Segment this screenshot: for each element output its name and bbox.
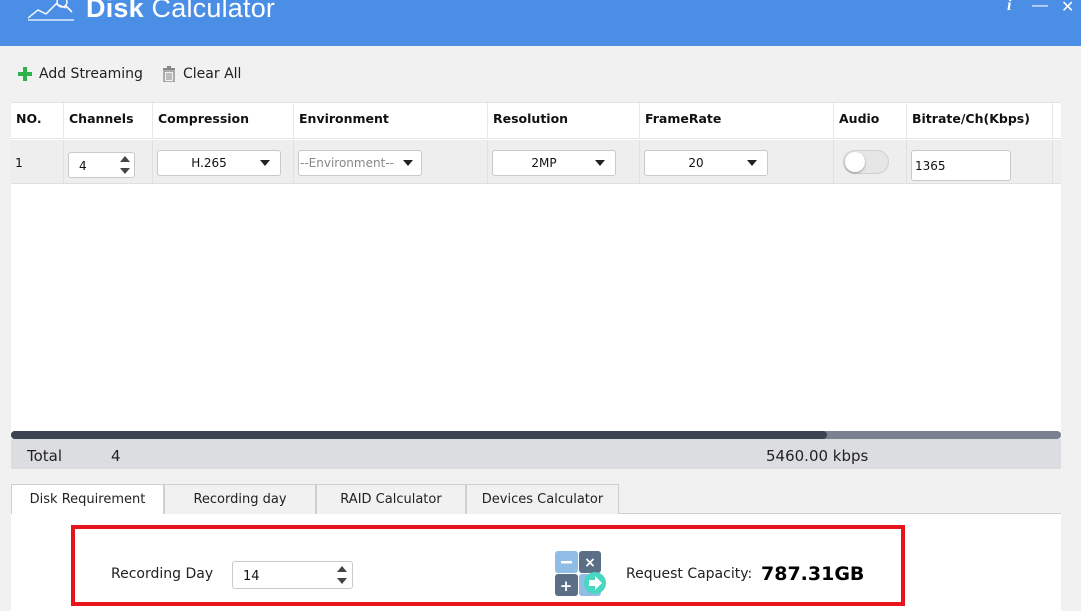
resolution-select[interactable]: 2MP xyxy=(492,150,616,176)
request-capacity-label: Request Capacity: xyxy=(626,566,753,582)
total-channels: 4 xyxy=(111,447,121,465)
plus-icon xyxy=(16,65,34,83)
channels-value: 4 xyxy=(79,159,87,173)
total-bitrate: 5460.00 kbps xyxy=(766,447,869,465)
chevron-down-icon xyxy=(260,160,270,166)
compression-value: H.265 xyxy=(191,156,227,170)
column-header-compression: Compression xyxy=(152,103,293,139)
clear-all-button[interactable]: Clear All xyxy=(160,62,241,86)
column-header-audio: Audio xyxy=(833,103,906,139)
recording-day-label: Recording Day xyxy=(111,566,214,582)
environment-select[interactable]: --Environment-- xyxy=(298,150,422,176)
add-streaming-button[interactable]: Add Streaming xyxy=(16,62,143,86)
bitrate-value: 1365 xyxy=(915,158,946,173)
resolution-value: 2MP xyxy=(531,156,557,170)
trash-icon xyxy=(160,65,178,83)
tab-disk-requirement[interactable]: Disk Requirement xyxy=(11,484,164,515)
table-row: 1 4 H.265 --Environment-- 2MP 20 1365 xyxy=(11,140,1061,184)
tab-devices-calculator[interactable]: Devices Calculator xyxy=(466,484,619,514)
streams-table: NO. Channels Compression Environment Res… xyxy=(11,102,1061,432)
compression-select[interactable]: H.265 xyxy=(157,150,281,176)
toggle-knob xyxy=(845,152,865,172)
chevron-down-icon xyxy=(747,160,757,166)
column-header-channels: Channels xyxy=(63,103,152,139)
column-header-bitrate: Bitrate/Ch(Kbps) xyxy=(906,103,1052,139)
bitrate-input[interactable]: 1365 xyxy=(911,150,1011,181)
table-header: NO. Channels Compression Environment Res… xyxy=(11,103,1061,139)
calculator-tabs: Disk Requirement Recording day RAID Calc… xyxy=(11,484,1061,515)
horizontal-scrollbar[interactable] xyxy=(11,431,1061,439)
close-icon[interactable]: ✕ xyxy=(1061,0,1074,17)
stepper-arrows-icon[interactable] xyxy=(120,156,130,174)
info-icon[interactable]: i xyxy=(1007,0,1011,15)
scrollbar-thumb[interactable] xyxy=(11,431,827,439)
app-title: Disk Calculator xyxy=(86,0,276,23)
column-header-next xyxy=(1052,103,1061,139)
clear-all-label: Clear All xyxy=(183,66,242,82)
svg-text:+: + xyxy=(560,577,573,595)
disk-chart-logo-icon xyxy=(27,0,74,21)
stepper-arrows-icon[interactable] xyxy=(337,566,347,584)
column-header-no: NO. xyxy=(16,111,42,126)
framerate-select[interactable]: 20 xyxy=(644,150,768,176)
recording-day-value: 14 xyxy=(243,569,260,584)
total-bar: Total 4 5460.00 kbps xyxy=(11,439,1061,469)
svg-text:×: × xyxy=(584,555,596,571)
chevron-down-icon xyxy=(403,160,413,166)
tab-raid-calculator[interactable]: RAID Calculator xyxy=(316,484,466,514)
column-header-framerate: FrameRate xyxy=(639,103,833,139)
tab-recording-day[interactable]: Recording day xyxy=(164,484,316,514)
chevron-down-icon xyxy=(595,160,605,166)
minimize-icon[interactable]: — xyxy=(1032,0,1048,15)
title-bar: Disk Calculator i — ✕ xyxy=(0,0,1081,46)
row-number: 1 xyxy=(15,155,23,170)
request-capacity-value: 787.31GB xyxy=(761,563,865,585)
channels-stepper[interactable]: 4 xyxy=(68,152,135,178)
environment-placeholder: --Environment-- xyxy=(300,156,394,170)
add-streaming-label: Add Streaming xyxy=(39,66,143,82)
column-header-resolution: Resolution xyxy=(487,103,639,139)
audio-toggle[interactable] xyxy=(843,150,889,174)
total-label: Total xyxy=(27,447,63,465)
recording-day-stepper[interactable]: 14 xyxy=(232,561,353,589)
calculator-icon: × + xyxy=(555,551,606,596)
column-header-environment: Environment xyxy=(293,103,487,139)
framerate-value: 20 xyxy=(688,156,704,170)
